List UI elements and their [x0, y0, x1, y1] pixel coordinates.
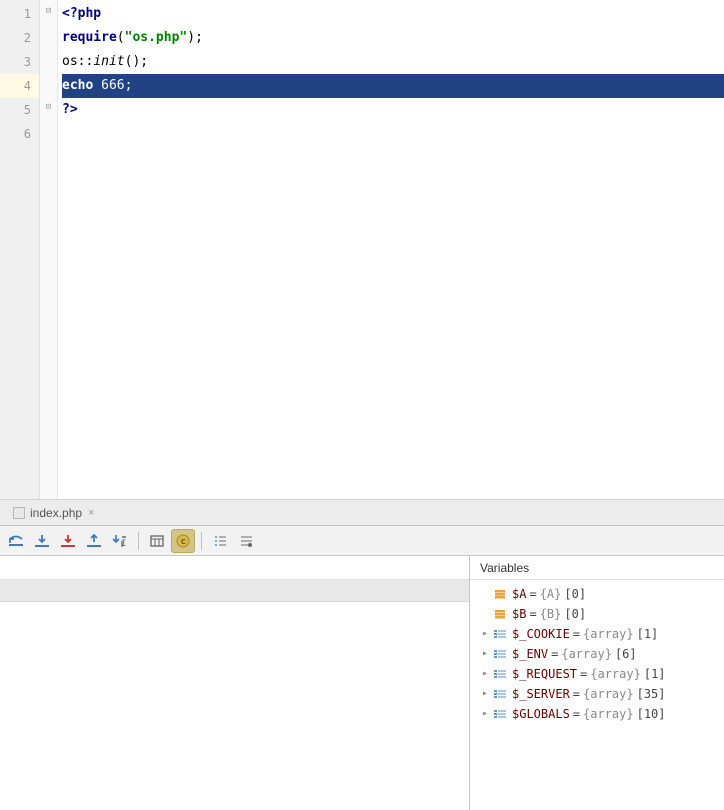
editor-tabs: index.php × — [0, 500, 724, 526]
field-icon — [492, 586, 508, 602]
file-tab[interactable]: index.php × — [4, 502, 102, 524]
code-line: <?php — [62, 2, 724, 26]
debug-toolbar: I c — [0, 526, 724, 556]
code-content[interactable]: <?php require("os.php"); os::init(); ech… — [58, 0, 724, 499]
svg-text:I: I — [121, 539, 126, 549]
variables-list[interactable]: $A = {A}[0]$B = {B}[0]▸$_COOKIE = {array… — [470, 580, 724, 728]
array-icon — [492, 646, 508, 662]
array-icon — [492, 686, 508, 702]
line-number: 3 — [0, 50, 39, 74]
expand-arrow-icon[interactable]: ▸ — [478, 704, 492, 724]
svg-text:c: c — [181, 537, 186, 547]
variable-name: $B — [512, 604, 526, 624]
variable-name: $GLOBALS — [512, 704, 570, 724]
debug-panel: Variables $A = {A}[0]$B = {B}[0]▸$_COOKI… — [0, 556, 724, 810]
variable-size: [0] — [564, 584, 586, 604]
variable-size: [6] — [615, 644, 637, 664]
variable-type: {array} — [583, 684, 634, 704]
frame-row[interactable] — [0, 580, 469, 602]
step-out-button[interactable] — [82, 529, 106, 553]
frames-panel[interactable] — [0, 556, 470, 810]
code-line: os::init(); — [62, 50, 724, 74]
evaluate-expression-button[interactable] — [145, 529, 169, 553]
line-number: 2 — [0, 26, 39, 50]
fold-gutter[interactable]: ⊟ ⊡ — [40, 0, 58, 499]
variable-type: {array} — [583, 624, 634, 644]
array-icon — [492, 706, 508, 722]
frames-body — [0, 602, 469, 810]
variable-type: {array} — [590, 664, 641, 684]
array-icon — [492, 626, 508, 642]
toolbar-separator — [138, 532, 139, 550]
variable-name: $_ENV — [512, 644, 548, 664]
code-line: ?> — [62, 98, 724, 122]
variable-type: {array} — [583, 704, 634, 724]
variable-row[interactable]: ▸$_COOKIE = {array}[1] — [470, 624, 724, 644]
variable-row[interactable]: ▸$GLOBALS = {array}[10] — [470, 704, 724, 724]
expand-arrow-icon[interactable]: ▸ — [478, 664, 492, 684]
code-line-current: echo 666; — [62, 74, 724, 98]
tab-filename: index.php — [30, 506, 82, 520]
variable-name: $A — [512, 584, 526, 604]
fold-start-icon[interactable]: ⊟ — [43, 6, 54, 17]
console-toggle-button[interactable]: c — [171, 529, 195, 553]
variables-title: Variables — [470, 556, 724, 580]
code-line: require("os.php"); — [62, 26, 724, 50]
line-number: 1 — [0, 2, 39, 26]
expand-arrow-icon[interactable]: ▸ — [478, 624, 492, 644]
force-step-into-button[interactable] — [56, 529, 80, 553]
variables-panel: Variables $A = {A}[0]$B = {B}[0]▸$_COOKI… — [470, 556, 724, 810]
watches-button[interactable] — [208, 529, 232, 553]
variable-name: $_COOKIE — [512, 624, 570, 644]
settings-button[interactable] — [234, 529, 258, 553]
step-over-button[interactable] — [4, 529, 28, 553]
variable-size: [0] — [564, 604, 586, 624]
expand-arrow-icon[interactable]: ▸ — [478, 644, 492, 664]
expand-arrow-icon[interactable]: ▸ — [478, 684, 492, 704]
variable-row[interactable]: ▸$_REQUEST = {array}[1] — [470, 664, 724, 684]
variable-size: [1] — [644, 664, 666, 684]
run-to-cursor-button[interactable]: I — [108, 529, 132, 553]
step-into-button[interactable] — [30, 529, 54, 553]
line-number: 4 — [0, 74, 39, 98]
variable-size: [35] — [637, 684, 666, 704]
variable-size: [1] — [637, 624, 659, 644]
code-editor[interactable]: 1 2 3 4 5 6 ⊟ ⊡ <?php require("os.php");… — [0, 0, 724, 500]
close-tab-icon[interactable]: × — [88, 507, 94, 519]
variable-type: {array} — [561, 644, 612, 664]
toolbar-separator — [201, 532, 202, 550]
field-icon — [492, 606, 508, 622]
array-icon — [492, 666, 508, 682]
line-number-gutter: 1 2 3 4 5 6 — [0, 0, 40, 499]
code-line — [62, 122, 724, 146]
variable-type: {B} — [540, 604, 562, 624]
php-file-icon — [12, 506, 26, 520]
line-number: 5 — [0, 98, 39, 122]
fold-end-icon[interactable]: ⊡ — [43, 102, 54, 113]
variable-name: $_REQUEST — [512, 664, 577, 684]
variable-type: {A} — [540, 584, 562, 604]
variable-row[interactable]: ▸$_ENV = {array}[6] — [470, 644, 724, 664]
variable-row[interactable]: $A = {A}[0] — [470, 584, 724, 604]
variable-row[interactable]: ▸$_SERVER = {array}[35] — [470, 684, 724, 704]
variable-size: [10] — [637, 704, 666, 724]
variable-row[interactable]: $B = {B}[0] — [470, 604, 724, 624]
variable-name: $_SERVER — [512, 684, 570, 704]
line-number: 6 — [0, 122, 39, 146]
frames-header — [0, 556, 469, 580]
